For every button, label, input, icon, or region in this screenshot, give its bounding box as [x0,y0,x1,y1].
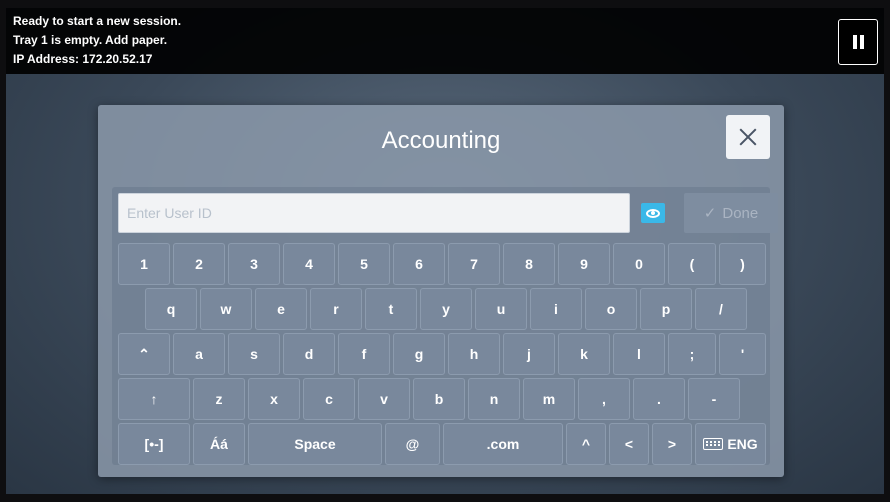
key-g[interactable]: g [393,333,445,375]
key-shift[interactable]: ↑ [118,378,190,420]
close-button[interactable] [726,115,770,159]
key-s[interactable]: s [228,333,280,375]
done-button[interactable]: ✓ Done [684,193,778,233]
key-6[interactable]: 6 [393,243,445,285]
show-password-button[interactable] [641,203,665,223]
key-y[interactable]: y [420,288,472,330]
key-0[interactable]: 0 [613,243,665,285]
key-open-paren[interactable]: ( [668,243,716,285]
key-n[interactable]: n [468,378,520,420]
key-caret[interactable]: ^ [566,423,606,465]
key-z[interactable]: z [193,378,245,420]
dialog-title: Accounting [381,127,501,154]
key-j[interactable]: j [503,333,555,375]
key-q[interactable]: q [145,288,197,330]
key-hyphen[interactable]: - [688,378,740,420]
key-2[interactable]: 2 [173,243,225,285]
key-4[interactable]: 4 [283,243,335,285]
key-b[interactable]: b [413,378,465,420]
check-icon: ✓ [703,205,717,222]
key-close-paren[interactable]: ) [719,243,766,285]
key-x[interactable]: x [248,378,300,420]
keyboard-panel: ✓ Done 1 2 3 4 5 6 7 8 9 0 ( ) q w [112,187,778,465]
key-8[interactable]: 8 [503,243,555,285]
pause-button[interactable] [838,19,878,65]
status-bar: Ready to start a new session. Tray 1 is … [6,8,884,74]
status-line: Tray 1 is empty. Add paper. [13,33,168,47]
key-1[interactable]: 1 [118,243,170,285]
done-label: Done [722,204,759,222]
key-comma[interactable]: , [578,378,630,420]
key-symbols[interactable]: [•-] [118,423,190,465]
key-caps[interactable]: ⌃ [118,333,170,375]
key-u[interactable]: u [475,288,527,330]
key-accents[interactable]: Áá [193,423,245,465]
key-a[interactable]: a [173,333,225,375]
key-c[interactable]: c [303,378,355,420]
status-line: IP Address: 172.20.52.17 [13,52,153,66]
language-label: ENG [727,436,758,452]
key-o[interactable]: o [585,288,637,330]
user-id-input[interactable] [118,193,630,233]
key-9[interactable]: 9 [558,243,610,285]
key-d[interactable]: d [283,333,335,375]
key-semicolon[interactable]: ; [668,333,716,375]
key-k[interactable]: k [558,333,610,375]
key-period[interactable]: . [633,378,685,420]
key-7[interactable]: 7 [448,243,500,285]
status-line: Ready to start a new session. [13,14,182,28]
keyboard-icon [703,438,724,450]
key-i[interactable]: i [530,288,582,330]
key-5[interactable]: 5 [338,243,390,285]
key-3[interactable]: 3 [228,243,280,285]
key-at[interactable]: @ [385,423,440,465]
close-icon [739,128,757,146]
printer-screen: Ready to start a new session. Tray 1 is … [6,8,884,494]
key-slash[interactable]: / [695,288,747,330]
key-dotcom[interactable]: .com [443,423,563,465]
key-space[interactable]: Space [248,423,382,465]
key-e[interactable]: e [255,288,307,330]
key-language[interactable]: ENG [695,423,766,465]
key-h[interactable]: h [448,333,500,375]
key-l[interactable]: l [613,333,665,375]
key-apostrophe[interactable]: ' [719,333,766,375]
accounting-dialog: Accounting ✓ Done 1 2 3 4 5 [98,105,784,477]
key-f[interactable]: f [338,333,390,375]
key-cursor-left[interactable]: < [609,423,649,465]
eye-icon [646,208,660,218]
key-r[interactable]: r [310,288,362,330]
key-w[interactable]: w [200,288,252,330]
key-cursor-right[interactable]: > [652,423,692,465]
status-messages: Ready to start a new session. Tray 1 is … [13,12,181,69]
key-m[interactable]: m [523,378,575,420]
key-v[interactable]: v [358,378,410,420]
key-t[interactable]: t [365,288,417,330]
key-p[interactable]: p [640,288,692,330]
pause-icon [852,35,864,49]
